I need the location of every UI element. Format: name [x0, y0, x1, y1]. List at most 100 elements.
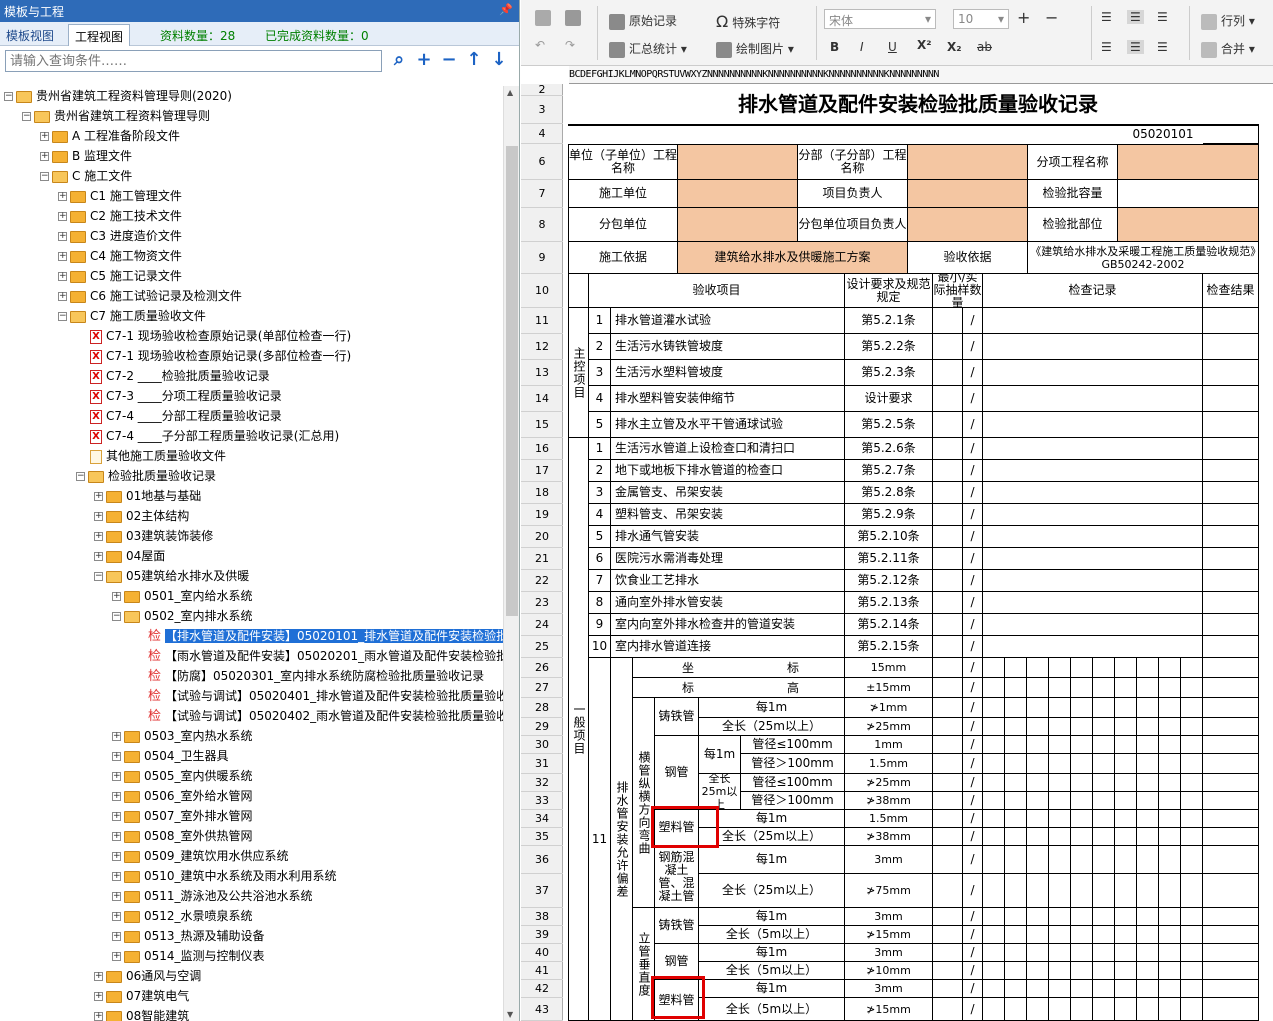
input-batch-location[interactable] [1118, 208, 1259, 242]
record-cell[interactable] [983, 360, 1203, 386]
add-icon[interactable]: + [413, 49, 435, 71]
result-cell[interactable] [1203, 754, 1259, 774]
record-cell[interactable] [1071, 908, 1093, 926]
record-cell[interactable] [983, 636, 1203, 658]
record-cell[interactable] [1049, 998, 1071, 1021]
input-item-project[interactable] [1118, 144, 1259, 180]
sample-min-cell[interactable] [933, 526, 963, 548]
collapse-icon[interactable]: − [4, 92, 13, 101]
record-cell[interactable] [1137, 962, 1159, 980]
result-cell[interactable] [1203, 592, 1259, 614]
record-cell[interactable] [1115, 962, 1137, 980]
record-cell[interactable] [983, 526, 1203, 548]
sample-min-cell[interactable] [933, 792, 963, 810]
record-cell[interactable] [1093, 980, 1115, 998]
record-cell[interactable] [983, 754, 1005, 774]
record-cell[interactable] [1049, 926, 1071, 944]
record-cell[interactable] [1181, 754, 1203, 774]
input-sub-project-manager[interactable] [908, 208, 1028, 242]
record-cell[interactable] [1181, 828, 1203, 846]
record-cell[interactable] [1027, 774, 1049, 792]
record-cell[interactable] [983, 874, 1005, 908]
align-bottom-icon[interactable]: ☰ [1157, 10, 1168, 24]
record-cell[interactable] [983, 592, 1203, 614]
result-cell[interactable] [1203, 810, 1259, 828]
record-cell[interactable] [1137, 874, 1159, 908]
record-cell[interactable] [1181, 926, 1203, 944]
tree-node[interactable]: 其他施工质量验收文件 [90, 446, 226, 466]
sample-min-cell[interactable] [933, 908, 963, 926]
result-cell[interactable] [1203, 308, 1259, 334]
row-number[interactable]: 10 [521, 274, 563, 308]
sample-min-cell[interactable] [933, 926, 963, 944]
record-cell[interactable] [1027, 792, 1049, 810]
record-cell[interactable] [983, 828, 1005, 846]
record-cell[interactable] [1049, 698, 1071, 718]
record-cell[interactable] [1137, 846, 1159, 874]
expand-icon[interactable]: + [112, 792, 121, 801]
record-cell[interactable] [1049, 658, 1071, 678]
record-cell[interactable] [1049, 754, 1071, 774]
row-number[interactable]: 19 [521, 504, 563, 526]
expand-icon[interactable]: + [58, 212, 67, 221]
sample-min-cell[interactable] [933, 874, 963, 908]
record-cell[interactable] [1181, 698, 1203, 718]
tree-node[interactable]: X C7-2 ____检验批质量验收记录 [90, 366, 270, 386]
record-cell[interactable] [1005, 908, 1027, 926]
result-cell[interactable] [1203, 874, 1259, 908]
record-cell[interactable] [1071, 774, 1093, 792]
row-number[interactable]: 38 [521, 908, 563, 926]
tree-node[interactable]: + C6 施工试验记录及检测文件 [58, 286, 242, 306]
align-center-icon[interactable]: ☰ [1127, 40, 1144, 54]
record-cell[interactable] [1005, 718, 1027, 736]
record-cell[interactable] [1159, 678, 1181, 698]
record-cell[interactable] [1115, 846, 1137, 874]
tree-node[interactable]: 检【雨水管道及配件安装】05020201_雨水管道及配件安装检验批 [148, 646, 503, 666]
sample-min-cell[interactable] [933, 386, 963, 412]
draw-picture-button[interactable]: 绘制图片 ▾ [716, 40, 794, 58]
record-cell[interactable] [1071, 718, 1093, 736]
tree-node[interactable]: X C7-1 现场验收检查原始记录(单部位检查一行) [90, 326, 351, 346]
result-cell[interactable] [1203, 334, 1259, 360]
record-cell[interactable] [1005, 658, 1027, 678]
scroll-thumb[interactable] [506, 146, 518, 616]
record-cell[interactable] [1159, 962, 1181, 980]
row-number[interactable]: 9 [521, 242, 563, 274]
record-cell[interactable] [1159, 944, 1181, 962]
record-cell[interactable] [1159, 658, 1181, 678]
record-cell[interactable] [1181, 792, 1203, 810]
sample-min-cell[interactable] [933, 678, 963, 698]
record-cell[interactable] [1049, 828, 1071, 846]
expand-icon[interactable]: + [58, 192, 67, 201]
tree-node[interactable]: + C4 施工物资文件 [58, 246, 182, 266]
record-cell[interactable] [1159, 846, 1181, 874]
row-number[interactable]: 23 [521, 592, 563, 614]
expand-icon[interactable]: + [94, 552, 103, 561]
record-cell[interactable] [983, 926, 1005, 944]
sample-min-cell[interactable] [933, 980, 963, 998]
tree-node[interactable]: − 贵州省建筑工程资料管理导则(2020) [4, 86, 232, 106]
record-cell[interactable] [1093, 874, 1115, 908]
record-cell[interactable] [1159, 874, 1181, 908]
input-project-manager[interactable] [908, 180, 1028, 208]
record-cell[interactable] [1137, 718, 1159, 736]
record-cell[interactable] [1005, 678, 1027, 698]
move-down-icon[interactable]: ↓ [488, 49, 510, 71]
row-number[interactable]: 41 [521, 962, 563, 980]
record-cell[interactable] [1071, 874, 1093, 908]
record-cell[interactable] [1159, 828, 1181, 846]
row-number[interactable]: 42 [521, 980, 563, 998]
record-cell[interactable] [1093, 828, 1115, 846]
sample-min-cell[interactable] [933, 774, 963, 792]
tree-node[interactable]: +04屋面 [94, 546, 165, 566]
tree-node[interactable]: +01地基与基础 [94, 486, 201, 506]
input-subcontractor[interactable] [678, 208, 798, 242]
tree-node[interactable]: − C 施工文件 [40, 166, 132, 186]
pin-icon[interactable]: 📌 [499, 3, 513, 16]
record-cell[interactable] [1115, 792, 1137, 810]
record-cell[interactable] [1115, 810, 1137, 828]
collapse-icon[interactable]: − [58, 312, 67, 321]
merge-button[interactable]: 合并 ▾ [1201, 40, 1255, 58]
record-cell[interactable] [1093, 736, 1115, 754]
collapse-icon[interactable]: − [94, 572, 103, 581]
